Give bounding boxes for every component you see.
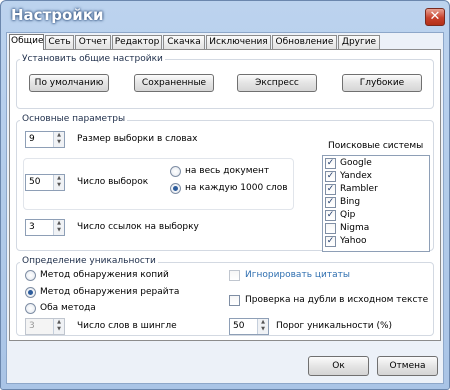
links-per-sample-spinner[interactable]: 3 ▲ ▼ [25,219,65,236]
window-title: Настройки [11,6,104,24]
main-params-group-label: Основные параметры [20,114,128,124]
spin-up-icon[interactable]: ▲ [54,175,64,182]
spin-down-icon[interactable]: ▼ [54,182,64,189]
qip-checkbox[interactable]: ✓ [325,210,336,221]
tab-exclusions[interactable]: Исключения [206,35,271,49]
sample-size-spinner[interactable]: 9 ▲ ▼ [25,131,65,148]
links-per-sample-label: Число ссылок на выборку [77,222,199,232]
rambler-checkbox[interactable]: ✓ [325,184,336,195]
yandex-label: Yandex [340,171,372,181]
tab-update[interactable]: Обновление [272,35,337,49]
google-label: Google [340,158,372,168]
rewrite-detection-radio[interactable] [25,287,36,298]
per-1000-words-radio[interactable] [170,183,181,194]
whole-document-label: на весь документ [185,166,270,176]
spin-down-icon[interactable]: ▼ [54,227,64,234]
bing-checkbox[interactable]: ✓ [325,197,336,208]
general-tab-page: Установить общие настройки По умолчанию … [9,49,441,341]
express-preset-button[interactable]: Экспресс [237,74,317,92]
title-bar: Настройки ✕ [1,1,449,31]
yahoo-label: Yahoo [340,236,367,246]
sample-count-value: 50 [29,177,41,187]
copy-detection-label: Метод обнаружения копий [40,270,169,280]
both-methods-label: Оба метода [40,303,96,313]
spin-down-icon: ▼ [57,326,61,332]
both-methods-radio[interactable] [25,303,36,314]
settings-window: Настройки ✕ Общие Сеть Отчет Редактор Ск… [0,0,450,390]
saved-preset-button[interactable]: Сохраненные [134,74,214,92]
tab-general[interactable]: Общие [9,34,44,50]
tab-other[interactable]: Другие [338,35,380,49]
nigma-checkbox[interactable] [325,223,336,234]
copy-detection-radio[interactable] [25,270,36,281]
spin-up-icon[interactable]: ▲ [54,220,64,227]
uniqueness-threshold-value: 50 [233,321,245,331]
spin-up-icon: ▲ [57,319,61,325]
nigma-label: Nigma [340,223,370,233]
rewrite-detection-label: Метод обнаружения рерайта [40,287,180,297]
presets-group-label: Установить общие настройки [20,54,165,64]
shingle-size-label: Число слов в шингле [77,321,177,331]
rambler-label: Rambler [340,184,378,194]
check-duplicates-label: Проверка на дубли в исходном тексте [245,295,429,305]
tab-download[interactable]: Скачка [163,35,205,49]
ignore-quotes-checkbox [229,270,240,281]
sample-count-label: Число выборок [77,177,149,187]
yahoo-checkbox[interactable]: ✓ [325,236,336,247]
spin-down-icon[interactable]: ▼ [54,139,64,146]
close-button[interactable]: ✕ [425,8,445,26]
tab-editor[interactable]: Редактор [112,35,162,49]
default-preset-button[interactable]: По умолчанию [29,74,109,92]
close-icon: ✕ [429,9,441,24]
spin-down-icon[interactable]: ▼ [258,326,268,333]
spin-up-icon[interactable]: ▲ [258,319,268,326]
whole-document-radio[interactable] [170,166,181,177]
sample-size-label: Размер выборки в словах [77,134,198,144]
search-engines-label: Поисковые системы [328,141,424,151]
shingle-size-value: 3 [29,321,35,331]
deep-preset-button[interactable]: Глубокие [342,74,422,92]
ignore-quotes-label: Игнорировать цитаты [245,270,350,280]
yandex-checkbox[interactable]: ✓ [325,171,336,182]
spin-up-icon[interactable]: ▲ [54,132,64,139]
bing-label: Bing [340,197,361,207]
uniqueness-threshold-label: Порог уникальности (%) [276,321,393,331]
sample-size-value: 9 [29,134,35,144]
cancel-button[interactable]: Отмена [377,356,438,376]
qip-label: Qip [340,210,356,220]
links-per-sample-value: 3 [29,222,35,232]
uniqueness-group-label: Определение уникальности [20,256,158,266]
shingle-size-spinner: 3 ▲ ▼ [25,318,65,335]
per-1000-words-label: на каждую 1000 слов [185,183,288,193]
dialog-body: Общие Сеть Отчет Редактор Скачка Исключе… [6,32,444,384]
ok-button[interactable]: Ок [308,356,369,376]
tab-report[interactable]: Отчет [75,35,111,49]
check-duplicates-checkbox[interactable] [229,295,240,306]
sample-count-spinner[interactable]: 50 ▲ ▼ [25,174,65,191]
search-engines-list: ✓ Google ✓ Yandex ✓ Rambler ✓ Bing ✓ Qip… [322,155,430,252]
uniqueness-threshold-spinner[interactable]: 50 ▲ ▼ [229,318,269,335]
tab-network[interactable]: Сеть [45,35,74,49]
google-checkbox[interactable]: ✓ [325,158,336,169]
